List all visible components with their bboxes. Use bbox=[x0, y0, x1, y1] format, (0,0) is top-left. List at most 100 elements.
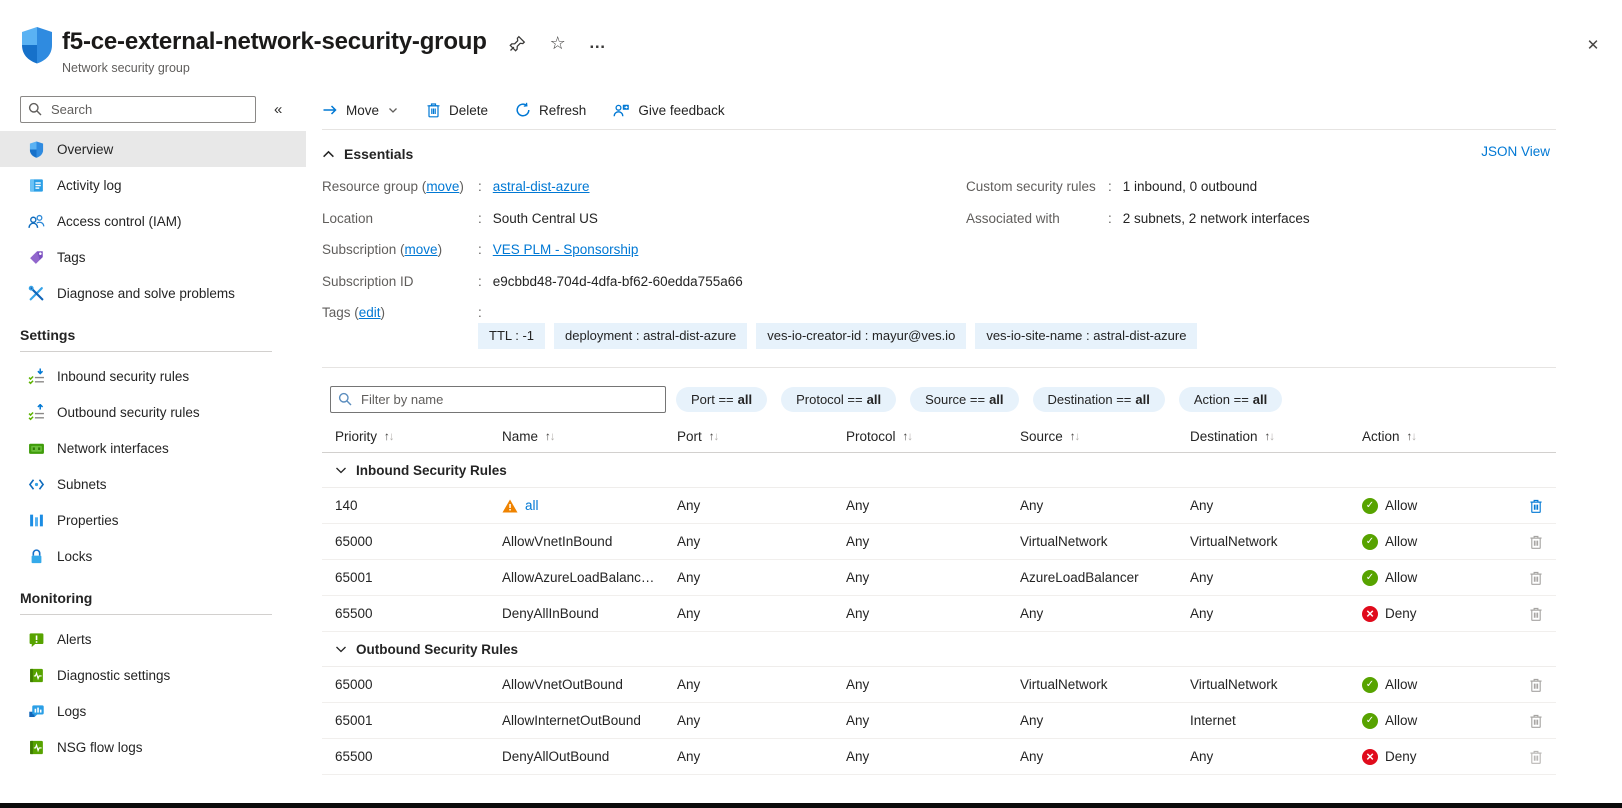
sidebar-item-alerts[interactable]: Alerts bbox=[0, 621, 306, 657]
give-feedback-button[interactable]: Give feedback bbox=[613, 102, 724, 118]
filter-pill-destination[interactable]: Destination ==all bbox=[1033, 387, 1165, 412]
move-link[interactable]: move bbox=[405, 242, 438, 257]
nic-icon bbox=[28, 440, 45, 457]
table-row[interactable]: 65001 AllowAzureLoadBalanc… Any Any Azur… bbox=[322, 560, 1556, 596]
page-title: f5-ce-external-network-security-group bbox=[62, 28, 487, 56]
sidebar-item-label: Locks bbox=[57, 549, 92, 564]
sidebar-item-locks[interactable]: Locks bbox=[0, 538, 306, 574]
divider bbox=[322, 129, 1556, 130]
table-row[interactable]: 65000 AllowVnetInBound Any Any VirtualNe… bbox=[322, 524, 1556, 560]
rule-name-link[interactable]: all bbox=[525, 498, 539, 513]
column-header-name[interactable]: Name bbox=[502, 429, 677, 444]
outbound-rules-icon bbox=[28, 404, 45, 421]
sidebar-item-label: Network interfaces bbox=[57, 441, 169, 456]
essentials-header[interactable]: Essentials JSON View bbox=[322, 143, 1556, 165]
sidebar-item-inbound-rules[interactable]: Inbound security rules bbox=[0, 358, 306, 394]
sidebar-item-overview[interactable]: Overview bbox=[0, 131, 306, 167]
collapse-sidebar-icon[interactable]: « bbox=[274, 101, 282, 118]
group-inbound-rules[interactable]: Inbound Security Rules bbox=[322, 453, 1556, 488]
deny-icon bbox=[1362, 749, 1378, 765]
column-header-action[interactable]: Action bbox=[1362, 429, 1516, 444]
sidebar-section-monitoring: Monitoring bbox=[0, 574, 306, 614]
sidebar-item-diagnose[interactable]: Diagnose and solve problems bbox=[0, 275, 306, 311]
allow-icon bbox=[1362, 713, 1378, 729]
filter-pill-protocol[interactable]: Protocol ==all bbox=[781, 387, 896, 412]
subscription-link[interactable]: VES PLM - Sponsorship bbox=[493, 242, 639, 257]
column-header-port[interactable]: Port bbox=[677, 429, 846, 444]
activity-log-icon bbox=[28, 177, 45, 194]
json-view-link[interactable]: JSON View bbox=[1481, 144, 1550, 159]
edit-tags-link[interactable]: edit bbox=[359, 305, 381, 320]
lock-icon bbox=[28, 548, 45, 565]
refresh-label: Refresh bbox=[539, 103, 586, 118]
trash-icon[interactable] bbox=[1529, 606, 1543, 622]
filter-by-name-input[interactable] bbox=[330, 386, 666, 413]
sidebar-item-subnets[interactable]: Subnets bbox=[0, 466, 306, 502]
move-icon bbox=[322, 102, 338, 118]
column-header-priority[interactable]: Priority bbox=[335, 429, 502, 444]
column-header-source[interactable]: Source bbox=[1020, 429, 1190, 444]
move-link[interactable]: move bbox=[426, 179, 459, 194]
tag-pill: TTL : -1 bbox=[478, 323, 545, 349]
pin-icon[interactable] bbox=[509, 34, 527, 52]
sort-icon bbox=[1407, 431, 1417, 443]
chevron-down-icon bbox=[335, 464, 347, 476]
delete-button[interactable]: Delete bbox=[426, 102, 488, 118]
filter-pill-action[interactable]: Action ==all bbox=[1179, 387, 1282, 412]
trash-icon[interactable] bbox=[1529, 677, 1543, 693]
trash-icon[interactable] bbox=[1529, 534, 1543, 550]
tag-icon bbox=[28, 249, 45, 266]
resource-group-link[interactable]: astral-dist-azure bbox=[493, 179, 590, 194]
table-row[interactable]: 65500 DenyAllInBound Any Any Any Any Den… bbox=[322, 596, 1556, 632]
sidebar-item-label: Access control (IAM) bbox=[57, 214, 182, 229]
sidebar-item-nsg-flow-logs[interactable]: NSG flow logs bbox=[0, 729, 306, 765]
trash-icon[interactable] bbox=[1529, 570, 1543, 586]
table-row[interactable]: 65001 AllowInternetOutBound Any Any Any … bbox=[322, 703, 1556, 739]
sidebar-item-label: Tags bbox=[57, 250, 86, 265]
divider bbox=[322, 367, 1556, 368]
search-icon bbox=[28, 102, 42, 116]
star-icon[interactable] bbox=[549, 34, 567, 52]
table-row[interactable]: 65500 DenyAllOutBound Any Any Any Any De… bbox=[322, 739, 1556, 775]
table-row[interactable]: 65000 AllowVnetOutBound Any Any VirtualN… bbox=[322, 667, 1556, 703]
sidebar-item-outbound-rules[interactable]: Outbound security rules bbox=[0, 394, 306, 430]
move-button[interactable]: Move bbox=[322, 102, 399, 118]
field-tags: Tags (edit) TTL : -1 deployment : astral… bbox=[322, 303, 1556, 349]
chevron-up-icon bbox=[322, 148, 335, 161]
move-label: Move bbox=[346, 103, 379, 118]
column-header-protocol[interactable]: Protocol bbox=[846, 429, 1020, 444]
table-row[interactable]: 140 all Any Any Any Any Allow bbox=[322, 488, 1556, 524]
allow-icon bbox=[1362, 534, 1378, 550]
search-input[interactable] bbox=[20, 96, 256, 123]
filter-pill-port[interactable]: Port ==all bbox=[676, 387, 767, 412]
sidebar-item-access-control[interactable]: Access control (IAM) bbox=[0, 203, 306, 239]
sidebar: « Overview Activity log bbox=[0, 94, 306, 802]
trash-icon[interactable] bbox=[1529, 749, 1543, 765]
sidebar-item-properties[interactable]: Properties bbox=[0, 502, 306, 538]
sidebar-item-label: Overview bbox=[57, 142, 113, 157]
chevron-down-icon bbox=[335, 643, 347, 655]
sidebar-item-activity-log[interactable]: Activity log bbox=[0, 167, 306, 203]
chevron-down-icon bbox=[387, 104, 399, 116]
sidebar-item-label: Outbound security rules bbox=[57, 405, 200, 420]
essentials-title: Essentials bbox=[344, 146, 413, 162]
trash-icon[interactable] bbox=[1529, 498, 1543, 514]
column-header-destination[interactable]: Destination bbox=[1190, 429, 1362, 444]
sidebar-item-logs[interactable]: Logs bbox=[0, 693, 306, 729]
more-icon[interactable] bbox=[589, 34, 607, 52]
field-location: Location South Central US bbox=[322, 209, 1556, 229]
filter-pill-source[interactable]: Source ==all bbox=[910, 387, 1018, 412]
sidebar-item-network-interfaces[interactable]: Network interfaces bbox=[0, 430, 306, 466]
trash-icon[interactable] bbox=[1529, 713, 1543, 729]
allow-icon bbox=[1362, 498, 1378, 514]
refresh-button[interactable]: Refresh bbox=[515, 102, 586, 118]
associated-with-value: 2 subnets, 2 network interfaces bbox=[1108, 209, 1310, 229]
sort-icon bbox=[709, 431, 719, 443]
sidebar-item-label: Alerts bbox=[57, 632, 92, 647]
sidebar-item-diagnostic-settings[interactable]: Diagnostic settings bbox=[0, 657, 306, 693]
sidebar-item-tags[interactable]: Tags bbox=[0, 239, 306, 275]
sort-icon bbox=[384, 431, 394, 443]
group-outbound-rules[interactable]: Outbound Security Rules bbox=[322, 632, 1556, 667]
close-icon[interactable] bbox=[1584, 36, 1602, 54]
feedback-icon bbox=[613, 102, 630, 118]
